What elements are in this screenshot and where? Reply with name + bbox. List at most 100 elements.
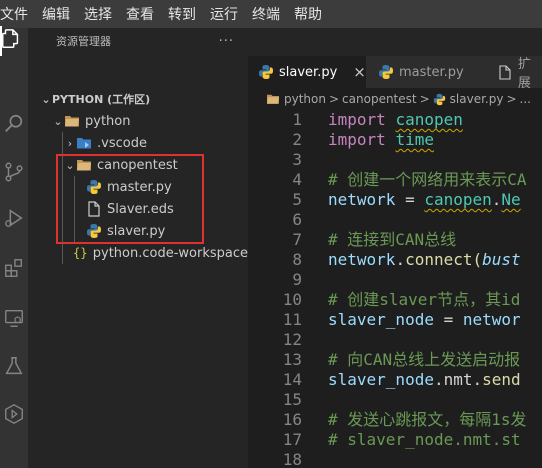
menu-help[interactable]: 帮助: [287, 4, 329, 24]
python-file-icon: [258, 64, 274, 80]
menu-view[interactable]: 查看: [119, 4, 161, 24]
line-number: 10: [282, 290, 302, 309]
code-keyword: import: [328, 130, 386, 149]
menu-bar: 文件 编辑 选择 查看 转到 运行 终端 帮助: [0, 0, 542, 28]
breadcrumb-slaver-py[interactable]: slaver.py: [450, 92, 504, 106]
menu-file[interactable]: 文件: [0, 4, 35, 24]
json-braces-icon: {}: [73, 246, 88, 260]
extensions-icon[interactable]: [0, 248, 28, 288]
gitlens-icon[interactable]: [0, 394, 28, 434]
breadcrumb-canopentest[interactable]: canopentest: [342, 92, 417, 106]
code-line: slaver_node = networ: [328, 310, 521, 330]
editor-tabs: slaver.py × master.py 扩展: [248, 56, 542, 91]
vscode-folder-icon: [76, 135, 92, 151]
code-line: import canopen: [328, 110, 463, 130]
active-indicator: [0, 26, 2, 58]
code-param: bust: [482, 250, 521, 269]
activity-bar-top: [0, 26, 28, 58]
code-operator: =: [433, 310, 463, 329]
code-class: Ne: [501, 190, 521, 209]
code-variable: network: [328, 190, 396, 209]
python-file-icon: [378, 64, 394, 80]
line-number: 8: [292, 250, 302, 269]
line-number: 7: [292, 230, 302, 249]
line-number: 17: [282, 430, 302, 449]
sidebar-title: 资源管理器: [56, 35, 111, 48]
remote-explorer-icon[interactable]: [0, 298, 28, 338]
search-icon[interactable]: [0, 104, 28, 144]
breadcrumb-python[interactable]: python: [284, 92, 326, 106]
menu-run[interactable]: 运行: [203, 4, 245, 24]
line-number: 2: [292, 130, 302, 149]
tree-item-label: python: [85, 113, 131, 129]
titlebar-area: [248, 28, 542, 56]
code-line: network = canopen.Ne: [328, 190, 521, 210]
workspace-label: PYTHON (工作区): [52, 93, 151, 106]
line-number: 12: [282, 330, 302, 349]
line-number: 1: [292, 110, 302, 129]
code-function: connect: [405, 250, 473, 269]
code-paren: (: [472, 250, 483, 269]
code-line: slaver_node.nmt.send: [328, 370, 521, 390]
workspace-header[interactable]: ⌄ PYTHON (工作区): [28, 88, 248, 110]
code-attr: .nmt.: [433, 370, 483, 389]
code-line: network.connect(bust: [328, 250, 521, 270]
breadcrumb: python > canopentest > slaver.py > ...: [248, 88, 542, 110]
tab-extensions[interactable]: 扩展: [486, 56, 542, 91]
chevron-down-icon: ⌄: [41, 92, 51, 106]
breadcrumb-more[interactable]: ...: [520, 92, 531, 106]
line-number: 15: [282, 390, 302, 409]
code-module: canopen: [395, 110, 463, 129]
code-operator: =: [395, 190, 425, 209]
line-number: 14: [282, 370, 302, 389]
line-number: 5: [292, 190, 302, 209]
code-punct: .: [491, 190, 502, 209]
menu-selection[interactable]: 选择: [77, 4, 119, 24]
tree-item-python[interactable]: ⌄ python: [28, 110, 248, 132]
chevron-down-icon: ⌄: [53, 114, 63, 128]
code-keyword: import: [328, 110, 386, 129]
code-line: import time: [328, 130, 434, 150]
line-number: 3: [292, 150, 302, 169]
menu-edit[interactable]: 编辑: [35, 4, 77, 24]
more-actions-button[interactable]: ···: [219, 28, 234, 56]
breadcrumb-separator: >: [419, 92, 430, 106]
tree-item-vscode[interactable]: › .vscode: [28, 132, 248, 154]
menu-go[interactable]: 转到: [161, 4, 203, 24]
sidebar-header: 资源管理器 ···: [28, 28, 248, 56]
line-number: 18: [282, 450, 302, 468]
code-module: time: [395, 130, 434, 149]
python-file-icon: [433, 91, 447, 107]
breadcrumb-separator: >: [506, 92, 517, 106]
tab-master-py[interactable]: master.py: [366, 56, 487, 88]
code-module: canopen: [424, 190, 492, 209]
tree-item-workspace-file[interactable]: {} python.code-workspace: [28, 242, 248, 264]
code-editor[interactable]: 1 2 3 4 5 6 7 8 9 10 11 12 13 14 15 16 1…: [248, 110, 542, 468]
folder-open-icon: [64, 113, 80, 129]
breadcrumb-separator: >: [328, 92, 340, 106]
code-punct: .: [395, 250, 406, 269]
tab-label: master.py: [399, 64, 464, 80]
code-comment: # 向CAN总线上发送启动报: [328, 350, 521, 369]
code-comment: # 创建slaver节点，其id: [328, 290, 521, 309]
testing-icon[interactable]: [0, 346, 28, 386]
line-number: 4: [292, 170, 302, 189]
activity-bar: [0, 56, 28, 468]
line-number: 6: [292, 210, 302, 229]
code-variable: slaver_node: [328, 310, 434, 329]
menu-terminal[interactable]: 终端: [245, 4, 287, 24]
folder-icon: [266, 91, 280, 107]
code-comment: # slaver_node.nmt.st: [328, 430, 521, 449]
tab-slaver-py[interactable]: slaver.py ×: [248, 56, 366, 88]
line-number: 11: [282, 310, 302, 329]
highlight-box: [56, 154, 204, 244]
code-variable: network: [328, 250, 396, 269]
close-icon[interactable]: ×: [353, 63, 366, 81]
code-comment: # 发送心跳报文，每隔1s发: [328, 410, 527, 429]
file-icon: [498, 64, 513, 80]
line-number: 16: [282, 410, 302, 429]
source-control-icon[interactable]: [0, 152, 28, 192]
run-debug-icon[interactable]: [0, 198, 28, 238]
code-variable: networ: [462, 310, 521, 329]
tab-label: 扩展: [517, 57, 531, 91]
